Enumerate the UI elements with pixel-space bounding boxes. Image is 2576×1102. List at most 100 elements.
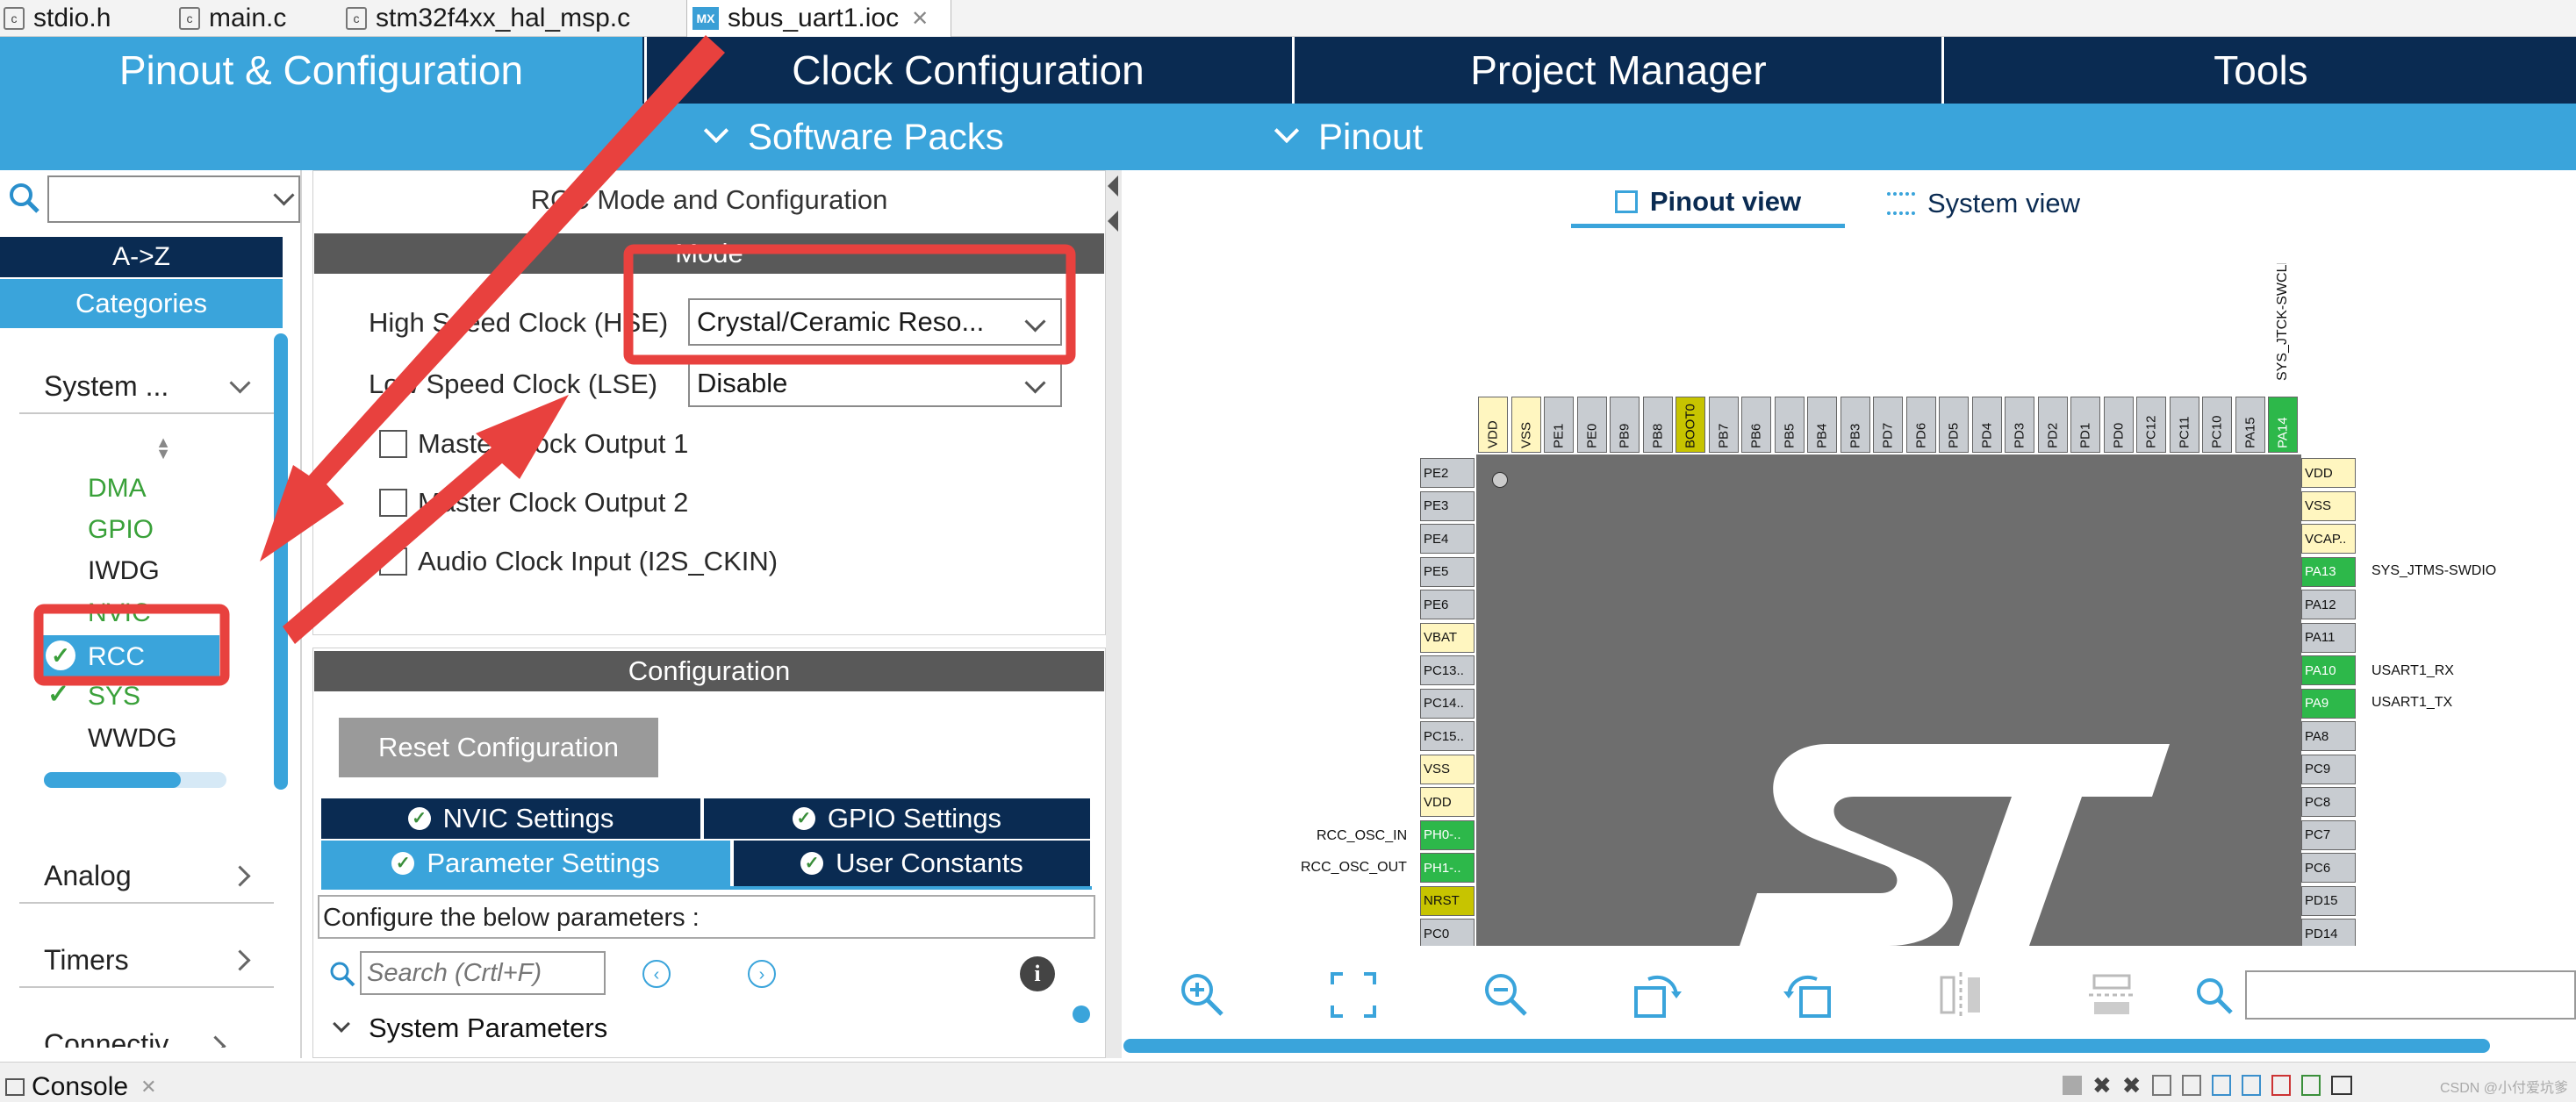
pin-pe2[interactable]: PE2: [1420, 458, 1475, 488]
pin-pa10[interactable]: PA10: [2301, 655, 2356, 685]
search-icon[interactable]: [2194, 976, 2235, 1016]
pin-pe0[interactable]: PE0: [1576, 397, 1607, 453]
pin-pd6[interactable]: PD6: [1905, 397, 1936, 453]
mco2-checkbox[interactable]: [379, 489, 407, 517]
pin-pa14[interactable]: PA14: [2268, 397, 2298, 453]
mcu-chip[interactable]: [1476, 454, 2301, 946]
sidebar-item-wwdg[interactable]: WWDG: [88, 724, 177, 754]
pin-pb3[interactable]: PB3: [1840, 397, 1870, 453]
hse-select[interactable]: Crystal/Ceramic Reso...: [688, 298, 1062, 346]
search-icon[interactable]: [7, 181, 42, 216]
parameter-search-input[interactable]: [360, 951, 606, 995]
software-packs-menu[interactable]: Software Packs: [703, 104, 1004, 170]
list-scrollbar[interactable]: [44, 772, 226, 788]
pin-pe3[interactable]: PE3: [1420, 490, 1475, 521]
tab-clock-configuration[interactable]: Clock Configuration: [646, 37, 1290, 104]
open-console-icon[interactable]: [2300, 1075, 2321, 1096]
pin-vss[interactable]: VSS: [1420, 754, 1475, 784]
pin-pa9[interactable]: PA9: [2301, 688, 2356, 719]
close-icon[interactable]: ✕: [911, 6, 929, 32]
pin-vss[interactable]: VSS: [2301, 490, 2356, 521]
pin-pc14[interactable]: PC14..: [1420, 688, 1475, 719]
console-tab[interactable]: Console ✕: [0, 1072, 157, 1102]
tab-msp-c[interactable]: c stm32f4xx_hal_msp.c: [346, 0, 630, 37]
info-icon[interactable]: i: [1020, 956, 1055, 991]
pin-pd0[interactable]: PD0: [2103, 397, 2134, 453]
sort-icon[interactable]: ▲ ▼: [154, 434, 172, 462]
az-sort-button[interactable]: A->Z: [0, 237, 283, 277]
pin-pc11[interactable]: PC11: [2169, 397, 2199, 453]
tab-main-c[interactable]: c main.c: [179, 0, 286, 37]
pin-ph1[interactable]: PH1-..: [1420, 853, 1475, 883]
panel-splitter[interactable]: [1106, 170, 1122, 1058]
tab-pinout-configuration[interactable]: Pinout & Configuration: [0, 37, 642, 104]
sidebar-item-dma[interactable]: DMA: [88, 474, 147, 504]
pin-pd5[interactable]: PD5: [1939, 397, 1969, 453]
previous-icon[interactable]: ‹: [642, 960, 671, 988]
collapse-left-icon[interactable]: [1108, 175, 1118, 197]
zoom-in-icon[interactable]: [1176, 969, 1229, 1021]
pin-pd7[interactable]: PD7: [1873, 397, 1903, 453]
sidebar-vscroll[interactable]: [274, 333, 288, 790]
pin-pe4[interactable]: PE4: [1420, 524, 1475, 554]
pin-pc13[interactable]: PC13..: [1420, 655, 1475, 685]
tab-stdio-h[interactable]: c stdio.h: [4, 0, 111, 37]
tab-sbus-ioc[interactable]: MX sbus_uart1.ioc ✕: [686, 0, 951, 37]
reset-configuration-button[interactable]: Reset Configuration: [339, 718, 658, 777]
i2s-ckin-checkbox[interactable]: [379, 547, 407, 576]
pin-pb9[interactable]: PB9: [1610, 397, 1640, 453]
pin-pd15[interactable]: PD15: [2301, 885, 2356, 916]
close-all-icon[interactable]: ✖: [2122, 1072, 2142, 1099]
display-icon[interactable]: [2241, 1075, 2261, 1096]
pin-vss[interactable]: VSS: [1510, 397, 1541, 453]
sidebar-item-sys[interactable]: SYS: [88, 682, 140, 712]
fit-screen-icon[interactable]: [1327, 969, 1380, 1021]
pin-icon[interactable]: [2211, 1075, 2231, 1096]
tab-system-view[interactable]: System view: [1887, 179, 2115, 228]
tab-project-manager[interactable]: Project Manager: [1295, 37, 1941, 104]
pin-vbat[interactable]: VBAT: [1420, 622, 1475, 653]
pin-pc12[interactable]: PC12: [2136, 397, 2166, 453]
mco1-checkbox[interactable]: [379, 430, 407, 458]
pin-vdd[interactable]: VDD: [1478, 397, 1508, 453]
pin-pc15[interactable]: PC15..: [1420, 721, 1475, 751]
tab-user-constants[interactable]: ✓ User Constants: [734, 841, 1090, 886]
lock-icon[interactable]: [2181, 1075, 2201, 1096]
pin-pa8[interactable]: PA8: [2301, 721, 2356, 751]
close-icon[interactable]: ✖: [2092, 1072, 2112, 1099]
sidebar-item-rcc[interactable]: ✓ RCC: [42, 635, 219, 677]
sidebar-item-nvic[interactable]: NVIC: [88, 598, 151, 628]
pinout-hscroll[interactable]: [1123, 1039, 2490, 1053]
pin-boot0[interactable]: BOOT0: [1675, 397, 1705, 453]
param-scroll-indicator[interactable]: [1073, 1005, 1090, 1023]
tab-parameter-settings[interactable]: ✓ Parameter Settings: [321, 841, 730, 886]
clear-icon[interactable]: [2151, 1075, 2171, 1096]
pin-pc8[interactable]: PC8: [2301, 787, 2356, 817]
pin-pe5[interactable]: PE5: [1420, 556, 1475, 587]
pin-pb6[interactable]: PB6: [1741, 397, 1771, 453]
system-parameters-group[interactable]: System Parameters: [369, 1013, 607, 1044]
category-timers[interactable]: Timers: [19, 934, 274, 988]
stop-icon[interactable]: [2063, 1076, 2082, 1095]
tab-tools[interactable]: Tools: [1945, 37, 2576, 104]
flip-vertical-icon[interactable]: [1934, 969, 1987, 1021]
pinout-search-input[interactable]: [2245, 970, 2576, 1020]
tab-gpio-settings[interactable]: ✓ GPIO Settings: [704, 798, 1090, 839]
pin-pd2[interactable]: PD2: [2037, 397, 2068, 453]
pin-pa11[interactable]: PA11: [2301, 622, 2356, 653]
categories-button[interactable]: Categories: [0, 279, 283, 328]
pin-pe6[interactable]: PE6: [1420, 590, 1475, 619]
category-analog[interactable]: Analog: [19, 849, 274, 904]
pin-pc10[interactable]: PC10: [2202, 397, 2232, 453]
pin-ph0[interactable]: PH0-..: [1420, 819, 1475, 850]
pin-nrst[interactable]: NRST: [1420, 885, 1475, 916]
pin-pb4[interactable]: PB4: [1807, 397, 1837, 453]
scrollbar-thumb[interactable]: [44, 772, 181, 788]
rotate-right-icon[interactable]: [1631, 969, 1683, 1021]
pin-pb7[interactable]: PB7: [1708, 397, 1739, 453]
sidebar-item-gpio[interactable]: GPIO: [88, 515, 154, 545]
pin-vdd[interactable]: VDD: [2301, 458, 2356, 488]
pin-pd4[interactable]: PD4: [1971, 397, 2002, 453]
sidebar-search-select[interactable]: [47, 175, 300, 223]
monitor-icon[interactable]: [2330, 1076, 2352, 1095]
